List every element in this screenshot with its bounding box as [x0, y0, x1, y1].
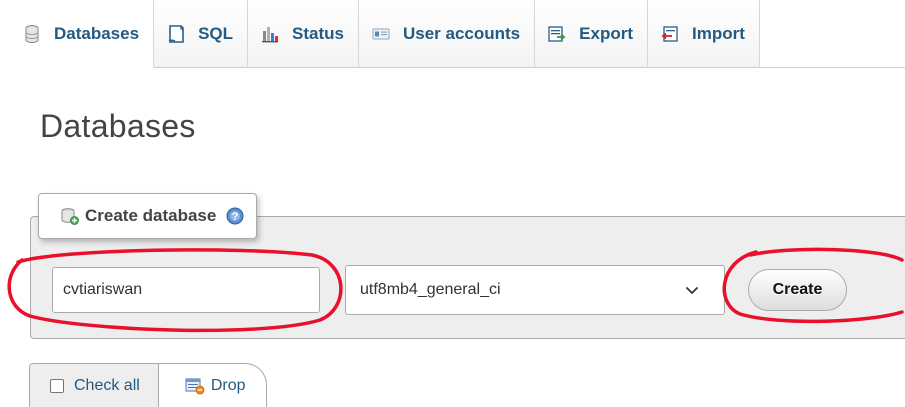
- import-icon: [660, 24, 680, 44]
- tab-export[interactable]: Export: [535, 0, 648, 67]
- check-all-label: Check all: [74, 376, 140, 394]
- tab-list: Databases SQL Status User accounts Expor…: [0, 0, 905, 68]
- tab-import[interactable]: Import: [648, 0, 760, 67]
- collation-select-value: utf8mb4_general_ci: [360, 281, 501, 298]
- status-chart-icon: [260, 24, 280, 44]
- top-nav-tabbar: Databases SQL Status User accounts Expor…: [0, 0, 905, 68]
- tab-status-label: Status: [292, 23, 344, 43]
- create-database-legend: Create database ?: [38, 193, 258, 239]
- collation-select[interactable]: utf8mb4_general_ci: [345, 265, 725, 315]
- create-database-legend-label: Create database: [85, 206, 217, 225]
- tab-export-label: Export: [579, 23, 633, 43]
- check-all-checkbox[interactable]: [50, 378, 64, 393]
- user-accounts-icon: [371, 24, 391, 44]
- page-title: Databases: [40, 108, 196, 144]
- drop-label: Drop: [210, 376, 246, 394]
- svg-text:?: ?: [232, 211, 239, 223]
- tab-import-label: Import: [692, 23, 745, 43]
- tab-status[interactable]: Status: [248, 0, 359, 67]
- sql-icon: [166, 24, 186, 44]
- tab-databases[interactable]: Databases: [0, 0, 155, 68]
- database-add-icon: [61, 207, 79, 225]
- check-all-control[interactable]: Check all: [29, 363, 158, 407]
- help-icon[interactable]: ?: [226, 207, 244, 225]
- database-icon: [22, 24, 42, 44]
- export-icon: [547, 24, 567, 44]
- create-database-button[interactable]: Create: [748, 269, 847, 311]
- tab-user-accounts[interactable]: User accounts: [358, 0, 536, 67]
- drop-icon: [185, 377, 205, 395]
- bulk-actions-bar: Check all Drop: [29, 363, 267, 407]
- tab-sql-label: SQL: [198, 23, 234, 43]
- database-name-input[interactable]: [52, 267, 320, 313]
- tab-databases-label: Databases: [54, 23, 140, 43]
- drop-button[interactable]: Drop: [157, 363, 267, 407]
- tab-user-accounts-label: User accounts: [402, 23, 521, 43]
- tab-sql[interactable]: SQL: [154, 0, 249, 67]
- chevron-down-icon: [682, 280, 702, 300]
